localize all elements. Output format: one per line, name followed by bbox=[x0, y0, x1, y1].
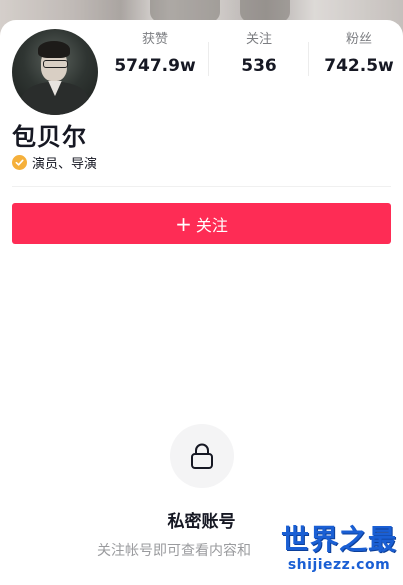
lock-icon bbox=[170, 424, 234, 488]
private-account-description: 关注帐号即可查看内容和 bbox=[97, 543, 251, 559]
plus-icon: + bbox=[175, 211, 192, 236]
stat-label: 关注 bbox=[245, 32, 272, 47]
follow-button-label: 关注 bbox=[195, 215, 228, 235]
profile-card: 获赞 5747.9w 关注 536 粉丝 742.5w 包贝尔 演员、导演 + … bbox=[0, 20, 403, 585]
avatar-glasses bbox=[42, 59, 69, 68]
avatar-photo bbox=[12, 29, 98, 115]
avatar-hair bbox=[37, 41, 71, 59]
verification-row: 演员、导演 bbox=[12, 153, 97, 172]
divider bbox=[12, 186, 391, 187]
stat-label: 粉丝 bbox=[345, 32, 372, 47]
profile-name: 包贝尔 bbox=[12, 123, 87, 151]
stat-following[interactable]: 关注 536 bbox=[209, 28, 309, 86]
verified-check-icon bbox=[12, 155, 27, 170]
stat-label: 获赞 bbox=[141, 32, 168, 47]
stat-value: 536 bbox=[241, 56, 277, 76]
stat-value: 5747.9w bbox=[114, 56, 196, 76]
watermark-en: shijiezz.com bbox=[287, 557, 391, 573]
stat-value: 742.5w bbox=[324, 56, 394, 76]
site-watermark-logo: 世界之最 shijiezz.com bbox=[279, 524, 399, 580]
stat-likes[interactable]: 获赞 5747.9w bbox=[105, 28, 205, 86]
profile-stats: 获赞 5747.9w 关注 536 粉丝 742.5w bbox=[105, 28, 403, 86]
watermark-cn: 世界之最 bbox=[280, 523, 397, 556]
verification-text: 演员、导演 bbox=[32, 157, 98, 172]
stat-followers[interactable]: 粉丝 742.5w bbox=[309, 28, 403, 86]
follow-button[interactable]: + 关注 bbox=[12, 203, 391, 244]
avatar[interactable] bbox=[9, 26, 101, 118]
